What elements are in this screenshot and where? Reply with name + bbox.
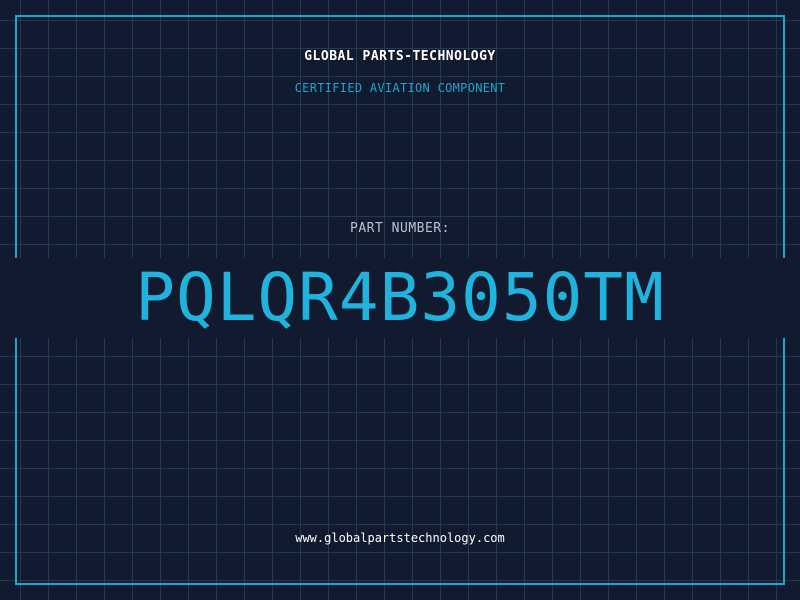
- part-number-value: PQLQR4B3050TM: [129, 259, 671, 336]
- website-url: www.globalpartstechnology.com: [295, 531, 505, 545]
- company-name: GLOBAL PARTS-TECHNOLOGY: [304, 49, 496, 64]
- part-number-label: PART NUMBER:: [350, 221, 450, 236]
- certification-subtitle: CERTIFIED AVIATION COMPONENT: [294, 81, 506, 95]
- part-number-display: PQLQR4B3050TM: [0, 258, 800, 338]
